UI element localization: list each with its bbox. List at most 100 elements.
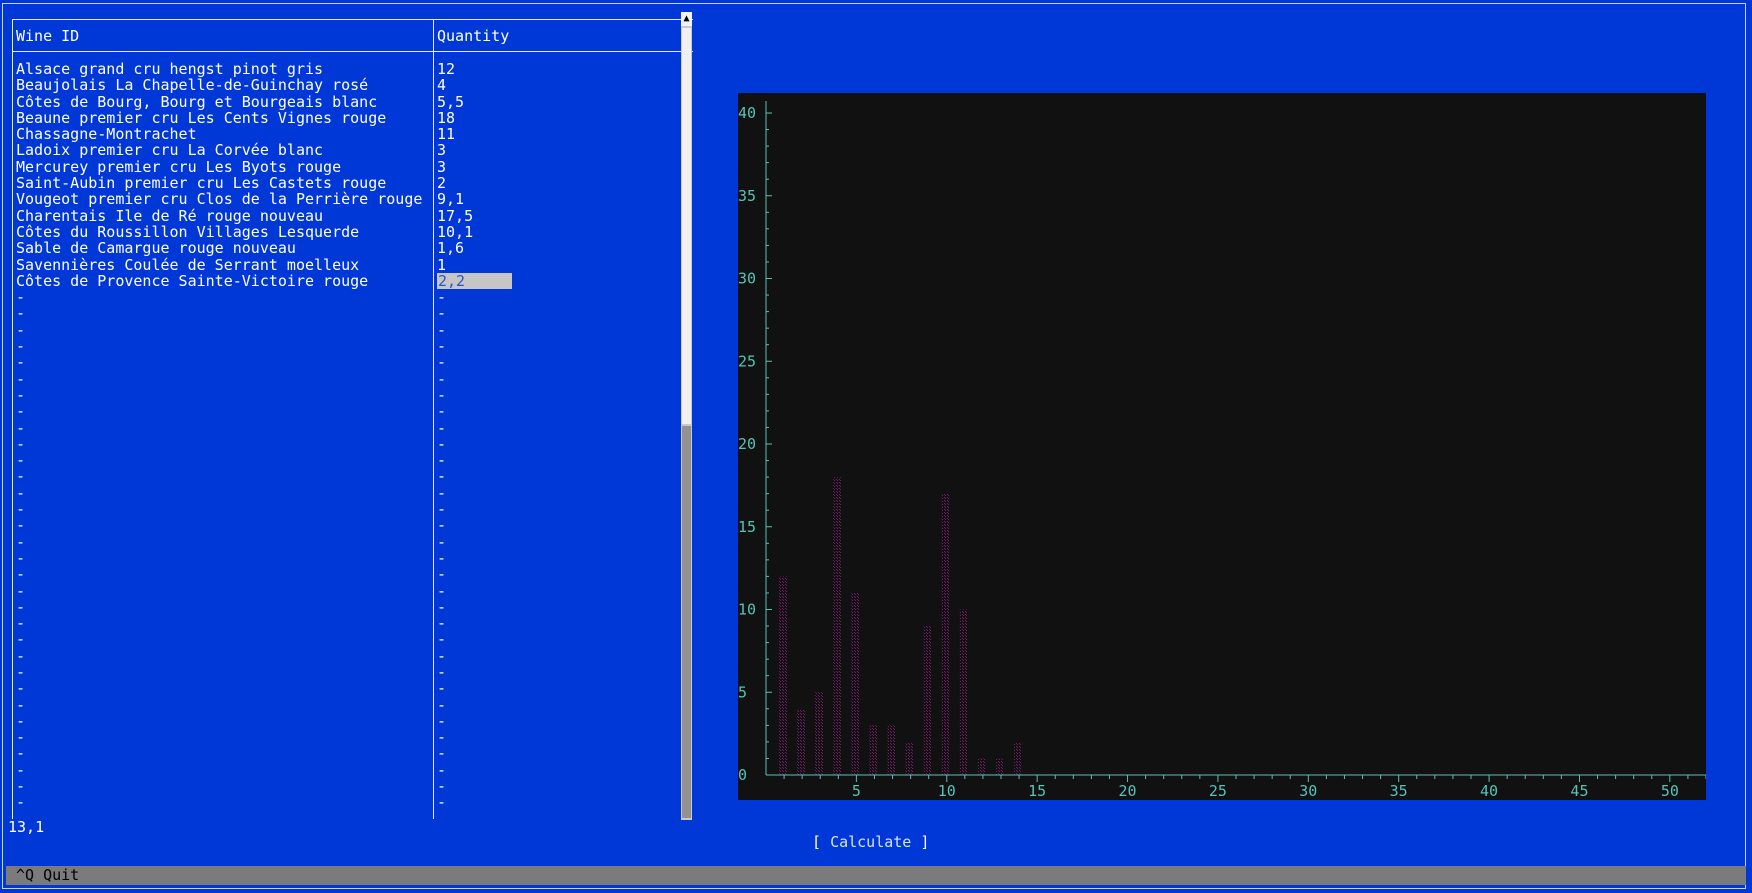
empty-quantity-cell[interactable]: - [437, 599, 446, 615]
empty-quantity-cell[interactable]: - [437, 371, 446, 387]
quantity-cell[interactable]: 17,5 [437, 208, 473, 224]
table-row[interactable]: Côtes de Provence Sainte-Victoire rouge 2… [12, 272, 693, 289]
wine-id-cell[interactable]: Mercurey premier cru Les Byots rouge [16, 159, 341, 175]
quantity-cell[interactable]: 12 [437, 61, 455, 77]
empty-table-row[interactable]: -- [12, 599, 693, 615]
empty-table-row[interactable]: -- [12, 468, 693, 484]
empty-wine-id-cell[interactable]: - [16, 745, 25, 761]
empty-quantity-cell[interactable]: - [437, 697, 446, 713]
empty-quantity-cell[interactable]: - [437, 338, 446, 354]
empty-table-row[interactable]: -- [12, 517, 693, 533]
empty-quantity-cell[interactable]: - [437, 664, 446, 680]
table-row[interactable]: Chassagne-Montrachet 11 [12, 126, 693, 142]
quantity-cell[interactable]: 1,6 [437, 240, 464, 256]
wine-id-cell[interactable]: Beaujolais La Chapelle-de-Guinchay rosé [16, 77, 368, 93]
empty-wine-id-cell[interactable]: - [16, 289, 25, 305]
empty-quantity-cell[interactable]: - [437, 452, 446, 468]
empty-table-row[interactable]: -- [12, 648, 693, 664]
empty-wine-id-cell[interactable]: - [16, 354, 25, 370]
empty-wine-id-cell[interactable]: - [16, 697, 25, 713]
empty-wine-id-cell[interactable]: - [16, 534, 25, 550]
empty-quantity-cell[interactable]: - [437, 403, 446, 419]
empty-wine-id-cell[interactable]: - [16, 436, 25, 452]
empty-wine-id-cell[interactable]: - [16, 729, 25, 745]
empty-wine-id-cell[interactable]: - [16, 664, 25, 680]
empty-wine-id-cell[interactable]: - [16, 371, 25, 387]
scroll-thumb[interactable] [682, 28, 691, 424]
empty-wine-id-cell[interactable]: - [16, 305, 25, 321]
empty-quantity-cell[interactable]: - [437, 745, 446, 761]
empty-table-row[interactable]: -- [12, 501, 693, 517]
table-row[interactable]: Côtes de Bourg, Bourg et Bourgeais blanc… [12, 94, 693, 110]
empty-wine-id-cell[interactable]: - [16, 322, 25, 338]
quantity-cell[interactable]: 9,1 [437, 191, 464, 207]
empty-quantity-cell[interactable]: - [437, 354, 446, 370]
empty-quantity-cell[interactable]: - [437, 387, 446, 403]
quantity-cell[interactable]: 10,1 [437, 224, 473, 240]
empty-table-row[interactable]: -- [12, 664, 693, 680]
empty-quantity-cell[interactable]: - [437, 436, 446, 452]
empty-table-row[interactable]: -- [12, 762, 693, 778]
empty-table-row[interactable]: -- [12, 729, 693, 745]
empty-table-row[interactable]: -- [12, 403, 693, 419]
empty-wine-id-cell[interactable]: - [16, 566, 25, 582]
empty-table-row[interactable]: -- [12, 289, 693, 305]
empty-table-row[interactable]: -- [12, 436, 693, 452]
empty-wine-id-cell[interactable]: - [16, 794, 25, 810]
quit-menu-item[interactable]: ^Q Quit [16, 867, 79, 884]
table-row[interactable]: Côtes du Roussillon Villages Lesquerde 10… [12, 224, 693, 240]
empty-wine-id-cell[interactable]: - [16, 517, 25, 533]
empty-table-row[interactable]: -- [12, 485, 693, 501]
quantity-cell[interactable]: 18 [437, 110, 455, 126]
empty-quantity-cell[interactable]: - [437, 420, 446, 436]
wine-id-cell[interactable]: Sable de Camargue rouge nouveau [16, 240, 296, 256]
empty-wine-id-cell[interactable]: - [16, 631, 25, 647]
quantity-cell[interactable]: 3 [437, 159, 446, 175]
quantity-cell[interactable]: 4 [437, 77, 446, 93]
wine-table[interactable]: Wine ID Quantity Alsace grand cru hengst… [12, 19, 693, 819]
empty-quantity-cell[interactable]: - [437, 778, 446, 794]
empty-table-row[interactable]: -- [12, 354, 693, 370]
empty-wine-id-cell[interactable]: - [16, 501, 25, 517]
wine-id-cell[interactable]: Côtes de Bourg, Bourg et Bourgeais blanc [16, 94, 377, 110]
empty-quantity-cell[interactable]: - [437, 485, 446, 501]
empty-quantity-cell[interactable]: - [437, 468, 446, 484]
wine-id-cell[interactable]: Saint-Aubin premier cru Les Castets roug… [16, 175, 386, 191]
empty-quantity-cell[interactable]: - [437, 583, 446, 599]
empty-table-row[interactable]: -- [12, 452, 693, 468]
table-row[interactable]: Sable de Camargue rouge nouveau 1,6 [12, 240, 693, 256]
empty-wine-id-cell[interactable]: - [16, 485, 25, 501]
empty-table-row[interactable]: -- [12, 713, 693, 729]
empty-wine-id-cell[interactable]: - [16, 468, 25, 484]
table-row[interactable]: Mercurey premier cru Les Byots rouge 3 [12, 159, 693, 175]
wine-id-cell[interactable]: Savennières Coulée de Serrant moelleux [16, 257, 359, 273]
empty-quantity-cell[interactable]: - [437, 648, 446, 664]
empty-wine-id-cell[interactable]: - [16, 452, 25, 468]
empty-quantity-cell[interactable]: - [437, 794, 446, 810]
empty-wine-id-cell[interactable]: - [16, 680, 25, 696]
empty-table-row[interactable]: -- [12, 615, 693, 631]
empty-wine-id-cell[interactable]: - [16, 778, 25, 794]
empty-quantity-cell[interactable]: - [437, 501, 446, 517]
empty-quantity-cell[interactable]: - [437, 550, 446, 566]
empty-table-row[interactable]: -- [12, 566, 693, 582]
table-row[interactable]: Beaujolais La Chapelle-de-Guinchay rosé 4 [12, 77, 693, 93]
empty-quantity-cell[interactable]: - [437, 289, 446, 305]
wine-id-cell[interactable]: Ladoix premier cru La Corvée blanc [16, 142, 323, 158]
quantity-cell[interactable]: 2 [437, 175, 446, 191]
empty-table-row[interactable]: -- [12, 680, 693, 696]
table-row[interactable]: Alsace grand cru hengst pinot gris 12 [12, 61, 693, 77]
table-scrollbar[interactable]: ▲ [681, 12, 692, 820]
quantity-cell[interactable]: 5,5 [437, 94, 464, 110]
wine-id-cell[interactable]: Charentais Ile de Ré rouge nouveau [16, 208, 323, 224]
empty-quantity-cell[interactable]: - [437, 631, 446, 647]
table-row[interactable]: Saint-Aubin premier cru Les Castets roug… [12, 175, 693, 191]
empty-table-row[interactable]: -- [12, 778, 693, 794]
quantity-cell[interactable]: 1 [437, 257, 446, 273]
empty-wine-id-cell[interactable]: - [16, 583, 25, 599]
empty-quantity-cell[interactable]: - [437, 680, 446, 696]
empty-table-row[interactable]: -- [12, 305, 693, 321]
empty-table-row[interactable]: -- [12, 550, 693, 566]
wine-id-cell[interactable]: Côtes de Provence Sainte-Victoire rouge [16, 273, 368, 289]
table-row[interactable]: Charentais Ile de Ré rouge nouveau 17,5 [12, 208, 693, 224]
